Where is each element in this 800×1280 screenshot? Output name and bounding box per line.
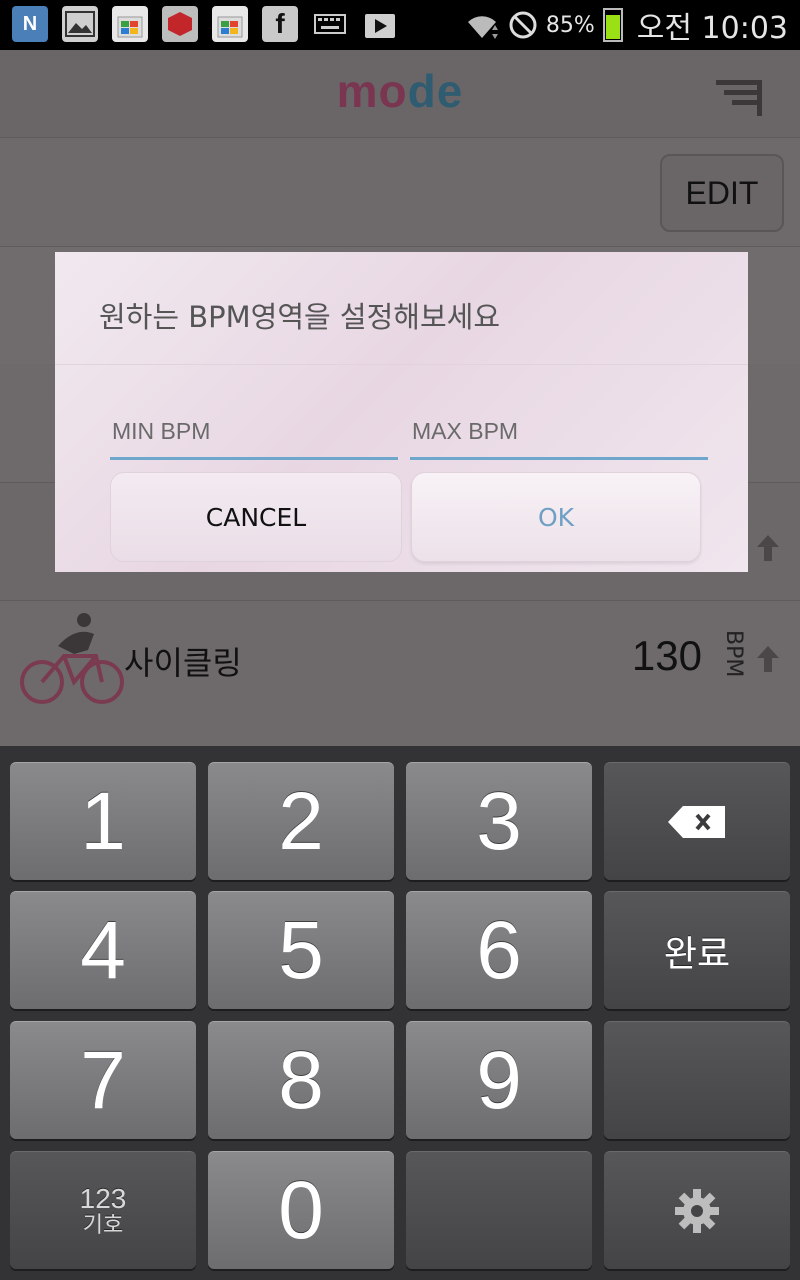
activity-name: 사이클링 [124, 644, 242, 682]
bpm-range-dialog: 원하는 BPM영역을 설정해보세요 CANCEL OK [55, 252, 748, 572]
blank-key [406, 1151, 592, 1269]
key-3[interactable]: 3 [406, 762, 592, 880]
edit-button[interactable]: EDIT [660, 154, 784, 232]
app-logo: mode [336, 65, 464, 117]
gallery-icon [62, 6, 98, 42]
symbols-key[interactable]: 123 기호 [10, 1151, 196, 1269]
n-app-icon: N [12, 6, 48, 42]
symbols-key-label-top: 123 [79, 1183, 127, 1215]
backspace-key[interactable] [604, 762, 790, 880]
gear-icon [675, 1188, 719, 1233]
status-right: 85% 오전 10:03 [464, 0, 788, 50]
key-1[interactable]: 1 [10, 762, 196, 880]
cancel-button[interactable]: CANCEL [110, 472, 402, 562]
max-bpm-field[interactable] [410, 418, 708, 460]
dialog-divider [55, 364, 748, 365]
facebook-icon: f [262, 6, 298, 42]
key-2[interactable]: 2 [208, 762, 394, 880]
blank-key [604, 1021, 790, 1139]
clock: 오전 10:03 [636, 11, 788, 46]
symbols-key-label-bottom: 기호 [82, 1212, 124, 1238]
backspace-icon [668, 805, 725, 838]
key-6[interactable]: 6 [406, 891, 592, 1009]
activity-bpm-unit: BPM [721, 630, 746, 678]
key-8[interactable]: 8 [208, 1021, 394, 1139]
min-bpm-input[interactable] [112, 418, 398, 445]
max-bpm-input[interactable] [412, 418, 708, 445]
play-store-icon [362, 6, 398, 42]
store-icon [212, 6, 248, 42]
dialog-title: 원하는 BPM영역을 설정해보세요 [99, 300, 501, 334]
notification-icons: N f [12, 6, 398, 42]
wifi-icon [467, 16, 498, 39]
settings-key[interactable] [604, 1151, 790, 1269]
store-icon [112, 6, 148, 42]
activity-bpm-value: 130 [631, 632, 702, 679]
key-5[interactable]: 5 [208, 891, 394, 1009]
battery-icon [602, 8, 623, 42]
key-0[interactable]: 0 [208, 1151, 394, 1269]
up-arrow-icon[interactable] [757, 535, 779, 561]
min-bpm-field[interactable] [110, 418, 398, 460]
key-9[interactable]: 9 [406, 1021, 592, 1139]
cube-app-icon [162, 6, 198, 42]
battery-percent: 85% [545, 12, 595, 38]
key-7[interactable]: 7 [10, 1021, 196, 1139]
numeric-keyboard: 1 2 3 4 5 6 완료 7 8 9 123 기호 0 [0, 746, 800, 1280]
status-bar: N f 85% 오전 10:03 [0, 0, 800, 50]
ok-button[interactable]: OK [411, 472, 701, 562]
keyboard-icon [312, 6, 348, 42]
up-arrow-icon[interactable] [757, 646, 779, 672]
menu-icon[interactable] [716, 80, 762, 116]
cycling-icon [20, 613, 124, 704]
block-icon [509, 11, 537, 39]
key-4[interactable]: 4 [10, 891, 196, 1009]
done-key[interactable]: 완료 [604, 891, 790, 1009]
app-header: mode [0, 50, 800, 138]
